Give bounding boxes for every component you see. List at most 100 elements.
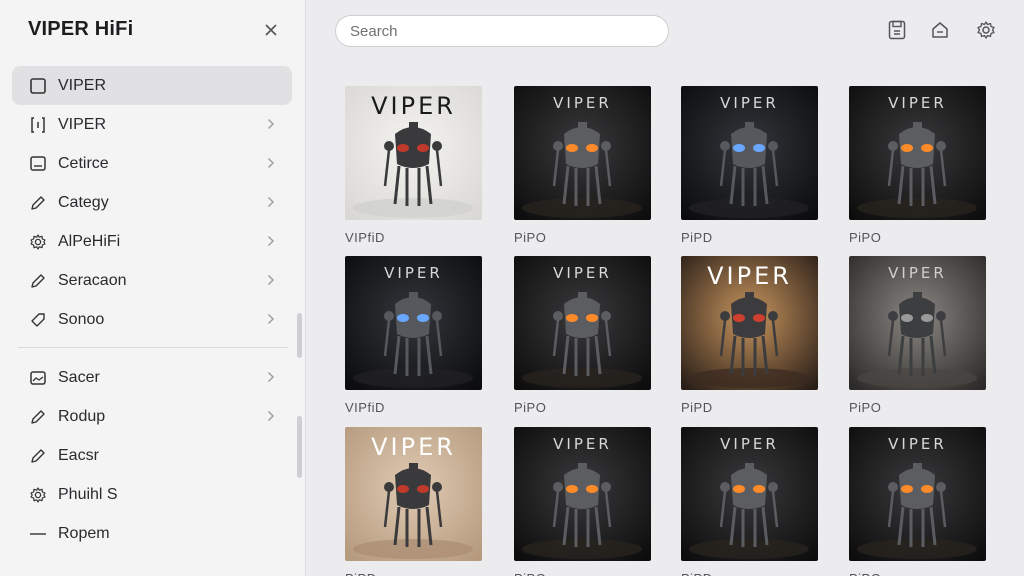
chevron-right-icon <box>262 154 280 172</box>
monitor-icon <box>28 154 48 174</box>
sidebar-item-label: AlPeHiFi <box>58 232 121 250</box>
album-cover-title: VIPER <box>707 262 792 290</box>
album-cover-title: VIPER <box>371 433 456 461</box>
tag-icon <box>28 310 48 330</box>
album-cover: VIPER <box>849 427 986 561</box>
album-cover: VIPER <box>514 256 651 390</box>
gear-icon <box>28 232 48 252</box>
sidebar-item-6[interactable]: Seracaon <box>12 261 292 300</box>
album-cover: VIPER <box>514 86 651 220</box>
home-icon <box>932 22 948 38</box>
album-card[interactable]: VIPER PiPO <box>514 427 651 576</box>
album-card[interactable]: VIPER PiPD <box>681 86 818 245</box>
album-cover: VIPER <box>345 427 482 561</box>
pencil-icon <box>28 407 48 427</box>
album-cover: VIPER <box>849 256 986 390</box>
pencil-icon <box>28 446 48 466</box>
album-card[interactable]: VIPER VIPfiD <box>345 256 482 415</box>
album-card[interactable]: VIPER PiPD <box>681 427 818 576</box>
album-cover-title: VIPER <box>384 264 443 282</box>
chevron-right-icon <box>262 310 280 328</box>
settings-button[interactable] <box>974 18 998 42</box>
album-card[interactable]: VIPER VIPfiD <box>345 86 482 245</box>
sidebar-item-7[interactable]: Sonoo <box>12 300 292 339</box>
sidebar-item-2[interactable]: Rodup <box>12 397 292 436</box>
sidebar-item-label: Sonoo <box>58 310 105 328</box>
album-cover-title: VIPER <box>553 94 612 112</box>
save-icon <box>888 20 906 40</box>
album-card[interactable]: VIPER PiPO <box>849 427 986 576</box>
sidebar-item-label: VIPER <box>58 76 107 94</box>
sidebar-scrollbar[interactable] <box>297 416 302 478</box>
album-cover: VIPER <box>681 427 818 561</box>
sidebar-item-label: Categy <box>58 193 109 211</box>
album-card[interactable]: VIPER PiPO <box>514 86 651 245</box>
close-button[interactable] <box>260 19 282 41</box>
home-button[interactable] <box>928 18 952 42</box>
album-caption: PiPO <box>849 230 882 245</box>
album-cover: VIPER <box>681 86 818 220</box>
sidebar-nav: VIPER VIPER Cetirce Categy AlPeHiFi Seracaon S… <box>12 66 292 553</box>
save-button[interactable] <box>885 18 909 42</box>
album-card[interactable]: VIPER PiPO <box>514 256 651 415</box>
sidebar-divider <box>18 347 288 348</box>
album-cover-title: VIPER <box>371 92 456 120</box>
sidebar-item-1[interactable]: Sacer <box>12 358 292 397</box>
gear-icon <box>28 485 48 505</box>
sidebar-item-label: Sacer <box>58 368 100 386</box>
search-input[interactable] <box>335 15 669 47</box>
album-card[interactable]: VIPER PiPD <box>345 427 482 576</box>
album-card[interactable]: VIPER PiPO <box>849 256 986 415</box>
sidebar-item-label: Ropem <box>58 524 110 542</box>
dash-icon <box>28 524 48 544</box>
album-caption: PiPO <box>849 571 986 576</box>
pencil-icon <box>28 193 48 213</box>
album-card[interactable]: VIPER PiPO <box>849 86 986 245</box>
chevron-right-icon <box>262 271 280 289</box>
album-caption: PiPO <box>514 230 547 245</box>
sidebar-item-2[interactable]: VIPER <box>12 105 292 144</box>
album-caption: PiPO <box>849 400 882 415</box>
sidebar-item-4[interactable]: Categy <box>12 183 292 222</box>
image-icon <box>28 368 48 388</box>
sidebar-item-label: Rodup <box>58 407 106 425</box>
album-caption: PiPD <box>681 230 713 245</box>
sidebar-item-1[interactable]: VIPER <box>12 66 292 105</box>
album-cover: VIPER <box>681 256 818 390</box>
sidebar: VIPER HiFi VIPER VIPER Cetirce Categy AlPeHi… <box>0 0 306 576</box>
album-cover: VIPER <box>514 427 651 561</box>
sidebar-item-5[interactable]: Ropem <box>12 514 292 553</box>
sidebar-item-label: Eacsr <box>58 446 99 464</box>
sidebar-item-label: VIPER <box>58 115 107 133</box>
sidebar-item-5[interactable]: AlPeHiFi <box>12 222 292 261</box>
album-caption: VIPfiD <box>345 230 385 245</box>
chevron-right-icon <box>262 407 280 425</box>
album-caption: PiPD <box>345 571 482 576</box>
sidebar-item-3[interactable]: Eacsr <box>12 436 292 475</box>
album-caption: PiPO <box>514 400 547 415</box>
close-icon <box>265 24 277 36</box>
album-card[interactable]: VIPER PiPD <box>681 256 818 415</box>
album-cover-title: VIPER <box>553 435 612 453</box>
bracket-icon <box>28 115 48 135</box>
sidebar-item-label: Phuihl S <box>58 485 118 503</box>
chevron-right-icon <box>262 368 280 386</box>
pencil-icon <box>28 271 48 291</box>
album-cover: VIPER <box>849 86 986 220</box>
album-cover-title: VIPER <box>888 94 947 112</box>
album-caption: VIPfiD <box>345 400 385 415</box>
sidebar-item-3[interactable]: Cetirce <box>12 144 292 183</box>
chevron-right-icon <box>262 115 280 133</box>
sidebar-item-4[interactable]: Phuihl S <box>12 475 292 514</box>
album-cover-title: VIPER <box>720 435 779 453</box>
album-caption: PiPO <box>514 571 651 576</box>
app-title: VIPER HiFi <box>28 18 134 40</box>
sidebar-item-label: Seracaon <box>58 271 127 289</box>
album-cover-title: VIPER <box>720 94 779 112</box>
sidebar-scrollbar[interactable] <box>297 313 302 358</box>
album-caption: PiPD <box>681 571 818 576</box>
album-cover-title: VIPER <box>553 264 612 282</box>
album-caption: PiPD <box>681 400 713 415</box>
album-cover: VIPER <box>345 256 482 390</box>
album-cover-title: VIPER <box>888 435 947 453</box>
